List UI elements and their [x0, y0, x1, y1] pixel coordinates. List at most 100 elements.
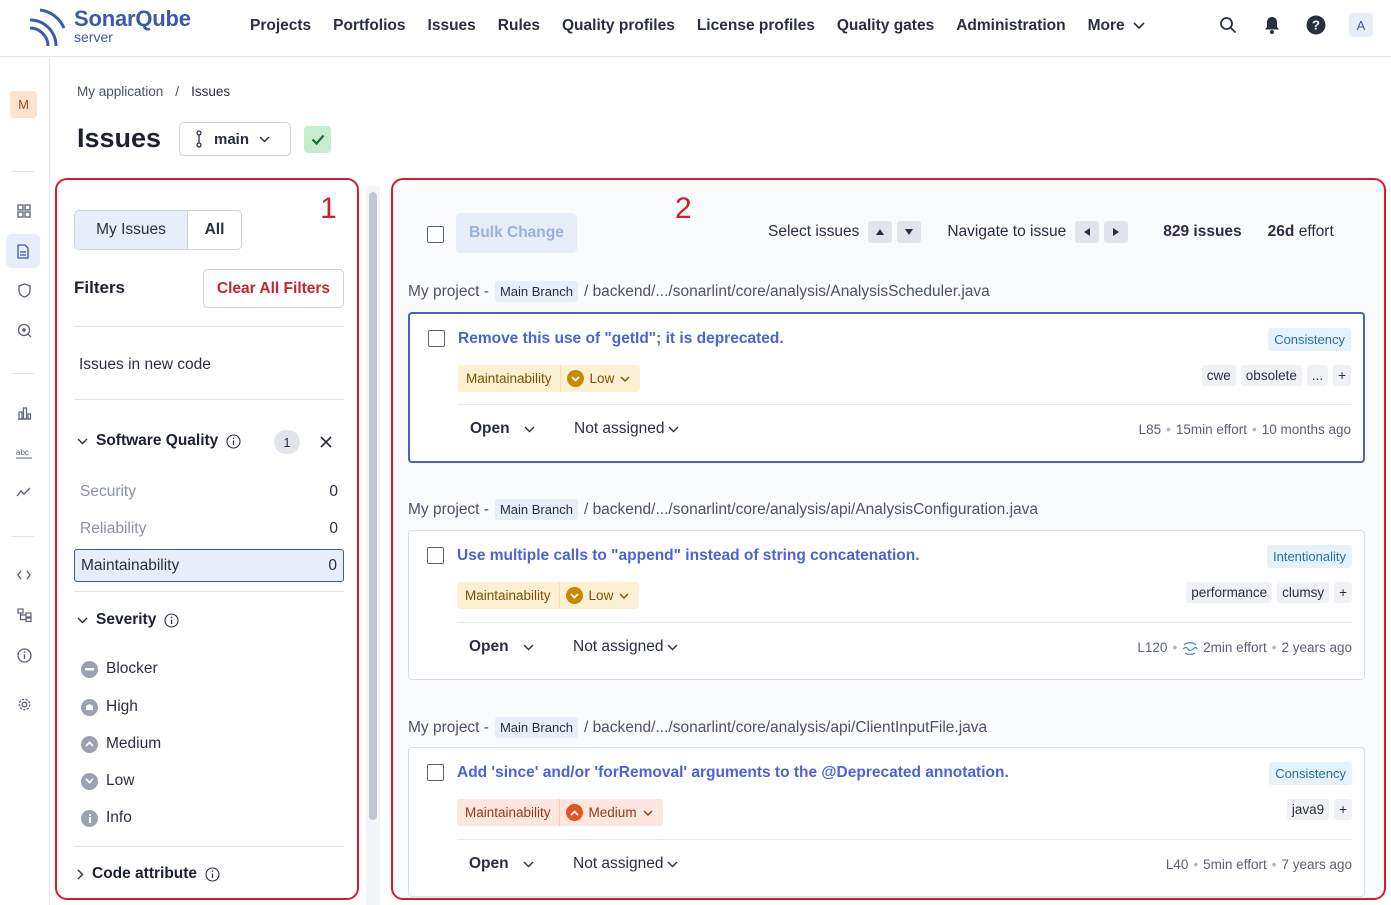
clean-code-attribute-badge[interactable]: Intentionality: [1267, 545, 1352, 568]
bell-icon[interactable]: [1261, 13, 1283, 37]
info-icon[interactable]: [11, 642, 37, 668]
severity-item-medium[interactable]: Medium: [81, 735, 161, 753]
project-name[interactable]: My project -: [408, 283, 489, 301]
shield-icon[interactable]: [11, 277, 37, 303]
nav-portfolios[interactable]: Portfolios: [333, 17, 405, 35]
user-avatar[interactable]: A: [1349, 13, 1373, 37]
scrollbar-thumb[interactable]: [369, 192, 377, 820]
severity-item-high[interactable]: High: [81, 698, 138, 716]
add-tag-button[interactable]: +: [1334, 582, 1352, 603]
issue-line[interactable]: L40: [1166, 857, 1189, 872]
severity-item-low[interactable]: Low: [81, 772, 134, 790]
select-all-checkbox[interactable]: [427, 226, 444, 243]
status-dropdown[interactable]: Open: [470, 420, 535, 438]
quality-gate-status[interactable]: [304, 126, 331, 153]
clean-code-attribute-badge[interactable]: Consistency: [1268, 328, 1351, 351]
assignee-dropdown[interactable]: Not assigned: [573, 638, 678, 656]
nav-more[interactable]: More: [1088, 17, 1145, 35]
measures-icon[interactable]: [11, 400, 37, 426]
code-abc-icon[interactable]: abc: [11, 440, 37, 466]
high-severity-icon: [81, 698, 98, 716]
file-path[interactable]: / backend/.../sonarlint/core/analysis/An…: [584, 283, 990, 301]
arrow-left-icon[interactable]: [1075, 221, 1100, 243]
nav-rules[interactable]: Rules: [498, 17, 540, 35]
severity-item-label: High: [106, 698, 138, 715]
my-issues-button[interactable]: My Issues: [75, 211, 187, 249]
issue-age[interactable]: 2 years ago: [1281, 640, 1352, 655]
search-icon[interactable]: [1217, 13, 1239, 37]
nav-license-profiles[interactable]: License profiles: [697, 17, 815, 35]
impact-pill[interactable]: Maintainability Low: [458, 365, 641, 392]
chevron-down-icon: [1133, 22, 1145, 30]
impact-pill[interactable]: Maintainability Low: [457, 582, 640, 609]
filters-scrollbar[interactable]: [366, 186, 380, 905]
add-tag-button[interactable]: +: [1333, 365, 1351, 386]
hotspot-icon[interactable]: [11, 317, 37, 343]
status-dropdown[interactable]: Open: [469, 855, 534, 873]
arrow-down-icon[interactable]: [897, 221, 922, 243]
issue-title[interactable]: Use multiple calls to "append" instead o…: [457, 547, 920, 565]
info-icon[interactable]: [205, 866, 220, 882]
sonarqube-logo[interactable]: SonarQube server: [26, 6, 216, 48]
issue-title[interactable]: Remove this use of "getId"; it is deprec…: [458, 330, 784, 348]
issue-title[interactable]: Add 'since' and/or 'forRemoval' argument…: [457, 764, 1009, 782]
nav-administration[interactable]: Administration: [956, 17, 1065, 35]
project-avatar[interactable]: M: [10, 91, 37, 118]
issue-card[interactable]: Add 'since' and/or 'forRemoval' argument…: [408, 747, 1365, 897]
new-code-filter[interactable]: Issues in new code: [79, 356, 211, 374]
file-path[interactable]: / backend/.../sonarlint/core/analysis/ap…: [584, 501, 1038, 519]
issue-tags[interactable]: java9 +: [1286, 799, 1352, 820]
bulk-change-button[interactable]: Bulk Change: [456, 213, 577, 253]
code-icon[interactable]: [11, 562, 37, 588]
impact-pill[interactable]: Maintainability Medium: [457, 799, 663, 826]
severity-item-blocker[interactable]: Blocker: [81, 660, 158, 678]
issue-card[interactable]: Use multiple calls to "append" instead o…: [408, 530, 1365, 680]
close-icon[interactable]: [317, 433, 335, 451]
overview-icon[interactable]: [11, 198, 37, 224]
arrow-up-icon[interactable]: [868, 221, 893, 243]
data-flow-icon[interactable]: [1182, 641, 1198, 655]
help-icon[interactable]: ?: [1305, 13, 1327, 37]
breadcrumb-parent[interactable]: My application: [77, 84, 163, 99]
clean-code-attribute-badge[interactable]: Consistency: [1269, 762, 1352, 785]
assignee-dropdown[interactable]: Not assigned: [574, 420, 679, 438]
chevron-down-icon: [667, 861, 678, 867]
issue-line[interactable]: L85: [1139, 422, 1162, 437]
software-quality-facet-header[interactable]: Software Quality: [77, 432, 241, 450]
dependencies-icon[interactable]: [11, 602, 37, 628]
facet-item-maintainability[interactable]: Maintainability 0: [74, 549, 344, 582]
severity-item-info[interactable]: Info: [81, 809, 132, 827]
facet-item-security[interactable]: Security 0: [74, 475, 344, 508]
assignee-dropdown[interactable]: Not assigned: [573, 855, 678, 873]
add-tag-button[interactable]: +: [1334, 799, 1352, 820]
issue-checkbox[interactable]: [428, 330, 445, 347]
info-icon[interactable]: [164, 612, 179, 628]
issue-age[interactable]: 7 years ago: [1281, 857, 1352, 872]
status-dropdown[interactable]: Open: [469, 638, 534, 656]
issue-checkbox[interactable]: [427, 547, 444, 564]
nav-quality-profiles[interactable]: Quality profiles: [562, 17, 675, 35]
nav-quality-gates[interactable]: Quality gates: [837, 17, 934, 35]
issue-line[interactable]: L120: [1137, 640, 1167, 655]
clear-all-filters-button[interactable]: Clear All Filters: [203, 269, 344, 308]
all-issues-button[interactable]: All: [187, 211, 241, 249]
facet-item-reliability[interactable]: Reliability 0: [74, 512, 344, 545]
project-name[interactable]: My project -: [408, 501, 489, 519]
file-path[interactable]: / backend/.../sonarlint/core/analysis/ap…: [584, 719, 987, 737]
branch-selector[interactable]: main: [179, 122, 291, 156]
severity-facet-header[interactable]: Severity: [77, 611, 179, 629]
issue-checkbox[interactable]: [427, 764, 444, 781]
arrow-right-icon[interactable]: [1104, 221, 1129, 243]
info-icon[interactable]: [226, 433, 241, 449]
issues-icon[interactable]: [6, 234, 40, 268]
activity-icon[interactable]: [11, 479, 37, 505]
gear-icon[interactable]: [11, 691, 37, 717]
nav-projects[interactable]: Projects: [250, 17, 311, 35]
issue-tags[interactable]: performance clumsy +: [1186, 582, 1352, 603]
project-name[interactable]: My project -: [408, 719, 489, 737]
issue-tags[interactable]: cwe obsolete ... +: [1201, 365, 1351, 386]
code-attribute-facet-header[interactable]: Code attribute: [77, 865, 220, 883]
issue-age[interactable]: 10 months ago: [1262, 422, 1351, 437]
issue-card[interactable]: Remove this use of "getId"; it is deprec…: [408, 312, 1365, 463]
nav-issues[interactable]: Issues: [428, 17, 476, 35]
